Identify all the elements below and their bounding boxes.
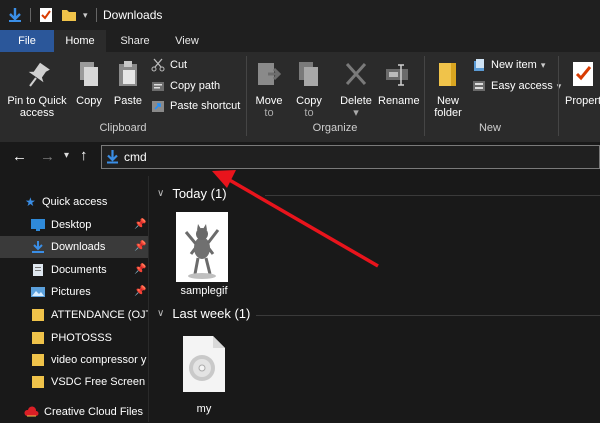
annotation-arrow xyxy=(212,170,379,268)
